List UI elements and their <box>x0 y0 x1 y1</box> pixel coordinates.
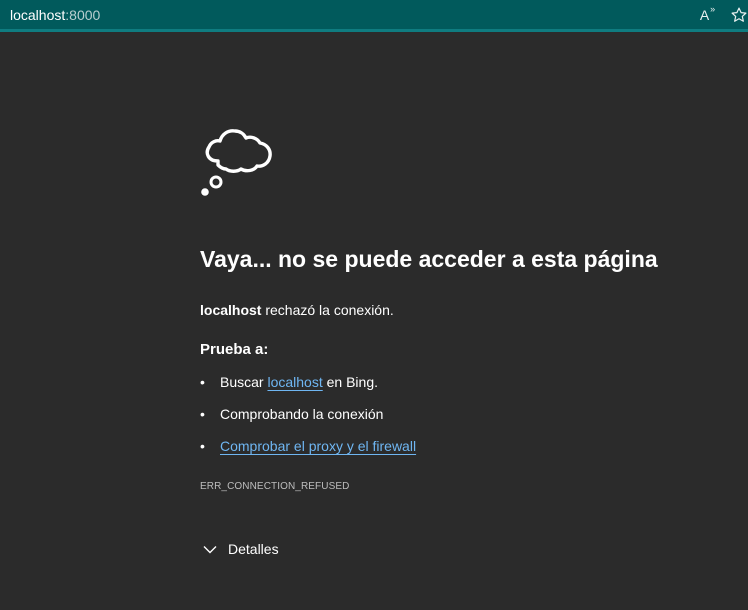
read-aloud-icon[interactable]: A» <box>696 4 718 26</box>
url-host: localhost <box>10 7 66 23</box>
suggestion-suffix: en Bing. <box>322 374 378 390</box>
bullet: • <box>200 406 205 422</box>
error-title: Vaya... no se puede acceder a esta págin… <box>200 246 658 272</box>
suggestion-check-connection: • Comprobando la conexión <box>200 406 383 422</box>
star-icon-svg <box>731 7 747 22</box>
host-message: rechazó la conexión. <box>261 302 394 318</box>
bullet: • <box>200 438 205 454</box>
error-code: ERR_CONNECTION_REFUSED <box>200 481 350 492</box>
suggestion-text: Comprobando la conexión <box>220 406 384 422</box>
bullet: • <box>200 374 205 390</box>
details-label: Detalles <box>228 541 279 557</box>
url-port: :8000 <box>65 7 101 23</box>
read-aloud-sub: » <box>710 4 716 14</box>
details-toggle[interactable]: Detalles <box>203 541 279 557</box>
url-text[interactable]: localhost:8000 <box>10 7 100 23</box>
try-label: Prueba a: <box>200 341 269 358</box>
check-proxy-firewall-link[interactable]: Comprobar el proxy y el firewall <box>220 438 416 454</box>
address-bar[interactable]: localhost:8000 A» <box>0 0 748 32</box>
thought-cloud-icon <box>201 129 272 196</box>
favorite-star-icon[interactable] <box>728 4 748 26</box>
suggestion-check-proxy: • Comprobar el proxy y el firewall <box>200 438 416 454</box>
suggestion-prefix: Buscar <box>220 374 268 390</box>
host-name: localhost <box>200 302 262 318</box>
read-aloud-glyph: A <box>699 7 710 23</box>
error-page: Vaya... no se puede acceder a esta págin… <box>0 35 748 610</box>
error-description: localhost rechazó la conexión. <box>200 302 394 318</box>
chevron-down-icon <box>203 545 217 553</box>
suggestion-search-bing: • Buscar localhost en Bing. <box>200 374 378 390</box>
search-localhost-link[interactable]: localhost <box>267 374 322 390</box>
